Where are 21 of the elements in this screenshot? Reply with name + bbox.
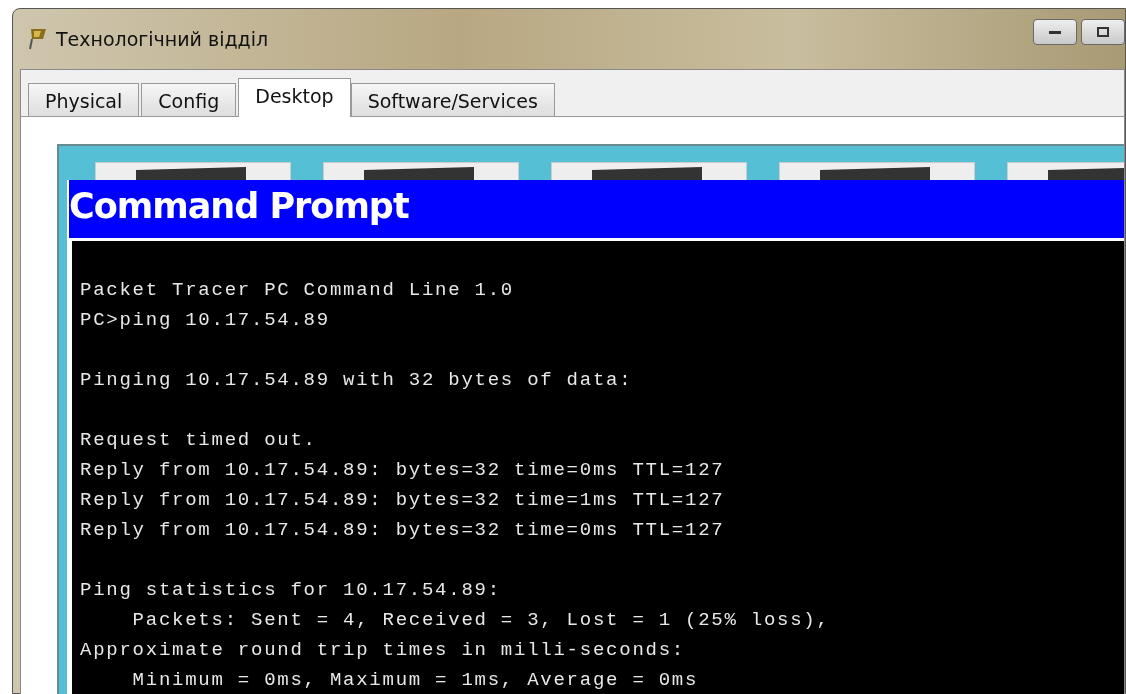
- terminal-line: Pinging 10.17.54.89 with 32 bytes of data:: [80, 368, 633, 393]
- minimize-button[interactable]: [1033, 19, 1077, 45]
- maximize-button[interactable]: [1081, 19, 1125, 45]
- terminal-line: Request timed out.: [80, 428, 317, 453]
- terminal-line: Reply from 10.17.54.89: bytes=32 time=0ms TTL=127: [80, 518, 725, 543]
- tab[interactable]: Desktop: [238, 78, 351, 117]
- tab[interactable]: Config: [141, 83, 237, 116]
- terminal-line: Reply from 10.17.54.89: bytes=32 time=0ms TTL=127: [80, 458, 725, 483]
- terminal-line: Minimum = 0ms, Maximum = 1ms, Average = 0ms: [131, 668, 699, 693]
- terminal-line: Packets: Sent = 4, Received = 3, Lost = 1 (25% loss),: [131, 608, 830, 633]
- maximize-icon: [1096, 26, 1110, 38]
- terminal-line: Reply from 10.17.54.89: bytes=32 time=1ms TTL=127: [80, 488, 725, 513]
- terminal-line: PC>ping 10.17.54.89: [80, 308, 330, 333]
- terminal-line: Ping statistics for 10.17.54.89:: [80, 578, 501, 603]
- terminal-line: Approximate round trip times in milli-seconds:: [80, 638, 685, 663]
- terminal-line: Packet Tracer PC Command Line 1.0: [80, 278, 514, 303]
- tab[interactable]: Software/Services: [350, 83, 555, 116]
- tab[interactable]: Physical: [28, 83, 140, 116]
- minimize-icon: [1048, 29, 1062, 35]
- command-prompt-title: Command Prompt: [69, 185, 410, 228]
- window-title: Технологічний відділ: [56, 28, 269, 50]
